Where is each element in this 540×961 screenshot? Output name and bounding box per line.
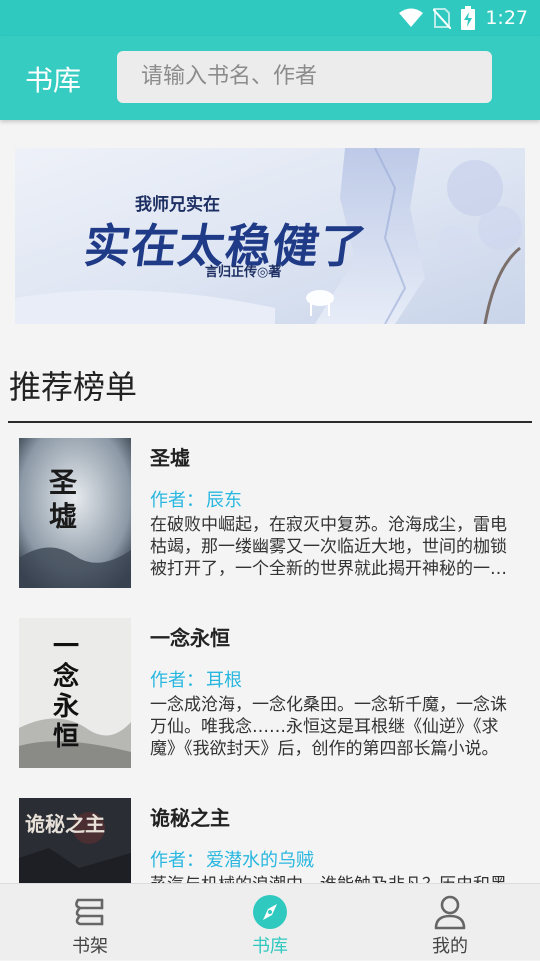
featured-banner[interactable]: 我师兄实在 实在太稳健了 言归正传◎著 bbox=[15, 148, 525, 324]
book-author[interactable]: 作者： 爱潜水的乌贼 bbox=[150, 846, 314, 872]
book-title: 圣墟 bbox=[150, 446, 190, 470]
author-name: 辰东 bbox=[206, 490, 242, 511]
nav-item-bookshelf[interactable]: 书架 bbox=[0, 884, 180, 961]
author-label: 作者： bbox=[150, 850, 204, 871]
nav-label: 书库 bbox=[252, 936, 288, 957]
banner-author-credit: 言归正传◎著 bbox=[205, 265, 282, 280]
book-description: 在破败中崛起，在寂灭中复苏。沧海成尘，雷电枯竭，那一缕幽雾又一次临近大地，世间的… bbox=[150, 515, 507, 579]
battery-charging-icon bbox=[461, 6, 476, 30]
book-list-item[interactable]: 圣墟 圣墟 作者： 辰东 在破败中崛起，在寂灭中复苏。沧海成尘，雷电枯竭，那一缕幽… bbox=[0, 438, 540, 598]
bookshelf-icon bbox=[75, 898, 104, 926]
no-sim-icon bbox=[433, 8, 452, 29]
book-author[interactable]: 作者： 耳根 bbox=[150, 666, 242, 692]
author-name: 爱潜水的乌贼 bbox=[206, 850, 314, 871]
app-bar: 书库 请输入书名、作者 bbox=[0, 36, 540, 120]
compass-icon bbox=[253, 895, 287, 929]
nav-item-library[interactable]: 书库 bbox=[180, 884, 360, 961]
book-description: 一念成沧海，一念化桑田。一念斩千魔，一念诛万仙。唯我念……永恒这是耳根继《仙逆》… bbox=[150, 695, 507, 759]
bottom-nav: 书架 书库 我的 bbox=[0, 883, 540, 960]
nav-label: 书架 bbox=[72, 936, 108, 957]
book-cover-title: 圣墟 bbox=[49, 466, 78, 533]
nav-item-mine[interactable]: 我的 bbox=[360, 884, 540, 961]
nav-label: 我的 bbox=[432, 936, 468, 957]
section-divider bbox=[8, 421, 532, 423]
author-label: 作者： bbox=[150, 490, 204, 511]
status-bar: 1:27 bbox=[0, 0, 540, 36]
person-icon bbox=[434, 895, 466, 930]
status-time: 1:27 bbox=[485, 7, 528, 29]
author-name: 耳根 bbox=[206, 670, 242, 691]
book-list-item[interactable]: 一念永恒 一念永恒 作者： 耳根 一念成沧海，一念化桑田。一念斩千魔，一念诛万仙。… bbox=[0, 618, 540, 778]
page-title: 书库 bbox=[25, 64, 82, 97]
author-label: 作者： bbox=[150, 670, 204, 691]
book-title: 诡秘之主 bbox=[150, 806, 230, 830]
book-author[interactable]: 作者： 辰东 bbox=[150, 486, 242, 512]
book-cover: 一念永恒 bbox=[19, 618, 131, 768]
book-title: 一念永恒 bbox=[150, 626, 230, 650]
book-cover: 圣墟 bbox=[19, 438, 131, 588]
search-input[interactable]: 请输入书名、作者 bbox=[117, 51, 492, 103]
book-cover-title: 诡秘之主 bbox=[25, 812, 105, 836]
status-icons: 1:27 bbox=[399, 6, 528, 30]
wifi-icon bbox=[399, 8, 424, 27]
book-cover-title: 一念永恒 bbox=[53, 632, 80, 752]
section-title: 推荐榜单 bbox=[9, 368, 138, 406]
